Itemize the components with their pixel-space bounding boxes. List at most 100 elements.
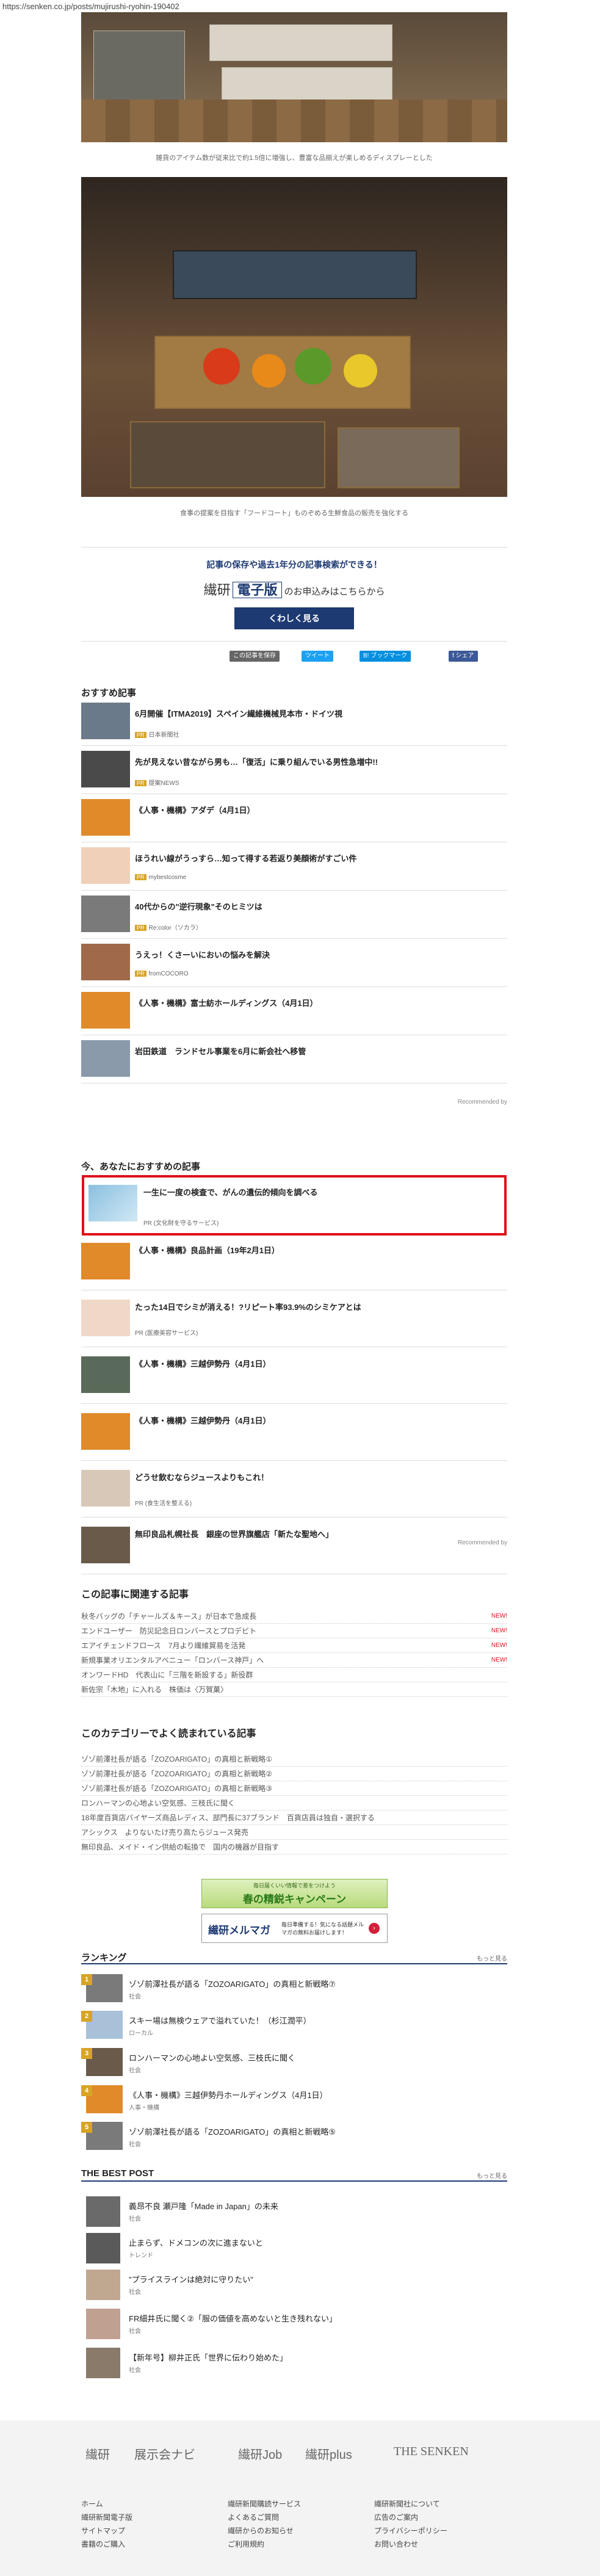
recommended-item[interactable]: 40代からの"逆行現象"そのヒミツは PR Re:color（ソカラ） xyxy=(81,891,507,939)
bestpost-item[interactable]: FR細井氏に聞く②「服の価値を高めないと生き残れない」 社会 xyxy=(81,2309,507,2343)
related-link[interactable]: 新佐宗「木地」に入れる 株価は〈万賀菓〉 xyxy=(81,1682,507,1697)
bestpost-divider xyxy=(81,2180,507,2182)
hatena-bookmark-button[interactable]: B! ブックマーク xyxy=(360,651,411,662)
recommended-by-label: Recommended by xyxy=(457,1539,507,1546)
recommended-item[interactable]: 先が見えない昔ながら男も…「復活」に乗り組んでいる男性急増中!! PR 提案NEW… xyxy=(81,746,507,794)
bestpost-item[interactable]: "プライスラインは絶対に守りたい" 社会 xyxy=(81,2270,507,2304)
ranking-item[interactable]: 2 スキー場は無検ウェアで溢れていた！（杉江潤平） ローカル xyxy=(81,2011,507,2046)
photo2-caption: 食事の提案を目指す「フードコート」ものぞめる生鮮食品の販売を強化する xyxy=(180,510,408,517)
footer-link[interactable]: ホーム xyxy=(81,2498,103,2509)
rank-number: 2 xyxy=(81,2011,92,2022)
category-link[interactable]: 無印良品、メイド・イン供給の転換で 国内の機器が目指す xyxy=(81,1840,507,1854)
recommended-item[interactable]: 《人事・機構》三越伊勢丹（4月1日） xyxy=(81,1405,507,1461)
arrow-icon: › xyxy=(369,1923,380,1934)
osusume-title: おすすめ記事 xyxy=(81,688,137,698)
footer: 繊研 展示会ナビ 繊研Job 繊研plus THE SENKEN ホーム 繊研新… xyxy=(0,2420,600,2576)
item-thumbnail xyxy=(81,703,130,739)
recommended-item[interactable]: 《人事・機構》アダデ（4月1日） xyxy=(81,794,507,842)
related-link[interactable]: オンワードHD 代表山に「三階を新設する」新役群 xyxy=(81,1668,507,1682)
photo1-caption: 雑貨のアイテム数が従来比で約1.5倍に増強し、豊富な品揃えが楽しめるディスプレー… xyxy=(156,154,433,162)
footer-logo[interactable]: THE SENKEN xyxy=(394,2445,469,2459)
footer-link[interactable]: ご利用規約 xyxy=(228,2539,264,2549)
bestpost-item[interactable]: 止まらず、ドメコンの次に進まないと トレンド xyxy=(81,2233,507,2267)
item-thumbnail xyxy=(81,1413,130,1450)
rank-number: 3 xyxy=(81,2048,92,2059)
footer-link[interactable]: 繊研新聞電子版 xyxy=(81,2512,132,2522)
recommended-item[interactable]: うえっ！くさーいにおいの悩みを解決 PR fromCOCORO xyxy=(81,939,507,987)
recommended-item[interactable]: 無印良品札幌社長 銀座の世界旗艦店「新たな聖地へ」 xyxy=(81,1518,507,1574)
item-thumbnail xyxy=(81,1470,130,1507)
promo-brand: 繊研 電子版 のお申込みはこちらから xyxy=(203,582,385,598)
recommended-item[interactable]: 《人事・機構》三越伊勢丹（4月1日） xyxy=(81,1348,507,1404)
recommended-item[interactable]: 《人事・機構》良品計画（19年2月1日） xyxy=(81,1234,507,1290)
recommended-item[interactable]: 6月開催【ITMA2019】スペイン繊維機械見本市・ドイツ視 PR 日本新聞社 xyxy=(81,698,507,746)
bestpost-item[interactable]: 義昂不良 瀬戸隆「Made in Japan」の未来 社会 xyxy=(81,2196,507,2230)
category-title: このカテゴリーでよく読まれている記事 xyxy=(81,1729,256,1739)
rank-number: 1 xyxy=(81,1974,92,1985)
category-link[interactable]: 18年度百貨店バイヤーズ商品レディス、部門長に37ブランド 百貨店員は独自・選択… xyxy=(81,1811,507,1825)
spring-campaign-banner[interactable]: 毎日届くいい情報で差をつけよう 春の精鋭キャンペーン xyxy=(201,1879,388,1908)
store-photo-shelves xyxy=(81,12,507,142)
footer-link[interactable]: 繊研からのお知らせ xyxy=(228,2525,294,2536)
url-bar: https://senken.co.jp/posts/mujirushi-ryo… xyxy=(2,2,179,11)
category-link[interactable]: ゾゾ前澤社長が語る「ZOZOARIGATO」の真相と新戦略③ xyxy=(81,1781,507,1796)
footer-logo[interactable]: 繊研plus xyxy=(305,2445,352,2462)
bestpost-item[interactable]: 【新年号】柳井正氏「世界に伝わり始めた」 社会 xyxy=(81,2348,507,2382)
category-link[interactable]: ロンハーマンの心地よい空気感、三枝氏に聞く xyxy=(81,1796,507,1811)
ranking-item[interactable]: 4 《人事・機構》三越伊勢丹ホールディングス（4月1日） 人事・機構 xyxy=(81,2085,507,2121)
footer-link[interactable]: よくあるご質問 xyxy=(228,2512,279,2522)
item-thumbnail xyxy=(81,751,130,787)
footer-link[interactable]: 繊研新聞社について xyxy=(374,2498,440,2509)
ranking-item[interactable]: 1 ゾゾ前澤社長が語る「ZOZOARIGATO」の真相と新戦略⑦ 社会 xyxy=(81,1974,507,2010)
footer-link[interactable]: 書籍のご購入 xyxy=(81,2539,125,2549)
related-link[interactable]: エンドユーザー 防災記念日ロンバースとプロデビト NEW! xyxy=(81,1624,507,1638)
item-thumbnail xyxy=(81,847,130,884)
footer-logo[interactable]: 繊研Job xyxy=(238,2445,282,2462)
tweet-button[interactable]: ツイート xyxy=(302,651,333,662)
footer-link[interactable]: プライバシーポリシー xyxy=(374,2525,447,2536)
ranking-divider xyxy=(81,1963,507,1964)
rank-number: 5 xyxy=(81,2122,92,2133)
recommended-item[interactable]: ほうれい線がうっすら…知って得する若返り美顔術がすごい件 PR mybestcos… xyxy=(81,842,507,891)
digital-edition-promo: 記事の保存や過去1年分の記事検索ができる！ 繊研 電子版 のお申込みはこちらから く… xyxy=(81,547,507,642)
recommended-item[interactable]: 岩田鉄道 ランドセル事業を6月に新会社へ移管 xyxy=(81,1035,507,1084)
store-photo-produce xyxy=(81,177,507,497)
item-thumbnail xyxy=(81,895,130,932)
related-link[interactable]: 秋冬バッグの「チャールズ＆キース」が日本で急成長 NEW! xyxy=(81,1609,507,1624)
footer-logo[interactable]: 展示会ナビ xyxy=(134,2445,195,2462)
item-thumbnail xyxy=(81,1356,130,1393)
item-thumbnail xyxy=(81,799,130,836)
category-link[interactable]: ゾゾ前澤社長が語る「ZOZOARIGATO」の真相と新戦略① xyxy=(81,1752,507,1767)
item-thumbnail xyxy=(81,1040,130,1077)
promo-lead: 記事の保存や過去1年分の記事検索ができる！ xyxy=(206,560,382,570)
footer-link[interactable]: サイトマップ xyxy=(81,2525,125,2536)
related-link[interactable]: エアイチェンドフロース 7月より繊維貿易を活発 NEW! xyxy=(81,1638,507,1653)
rank-number: 4 xyxy=(81,2085,92,2096)
category-link[interactable]: ゾゾ前澤社長が語る「ZOZOARIGATO」の真相と新戦略② xyxy=(81,1767,507,1781)
recommended-by-label: Recommended by xyxy=(457,1099,507,1105)
bestpost-more-link[interactable]: もっと見る xyxy=(477,2171,507,2180)
footer-link[interactable]: 広告のご案内 xyxy=(374,2512,418,2522)
item-thumbnail xyxy=(81,1243,130,1279)
footer-link[interactable]: 繊研新聞購読サービス xyxy=(228,2498,301,2509)
ranking-item[interactable]: 5 ゾゾ前澤社長が語る「ZOZOARIGATO」の真相と新戦略⑤ 社会 xyxy=(81,2122,507,2157)
anata-title: 今、あなたにおすすめの記事 xyxy=(81,1162,201,1172)
recommended-item[interactable]: 《人事・機構》富士紡ホールディングス（4月1日） xyxy=(81,987,507,1035)
merumaga-banner[interactable]: 繊研メルマガ 毎日準備する！気になる話題メルマガの無料お届けします！ › xyxy=(201,1914,388,1943)
footer-link[interactable]: お問い合わせ xyxy=(374,2539,418,2549)
ranking-title: ランキング xyxy=(81,1953,127,1963)
save-article-button[interactable]: この記事を保存 xyxy=(230,651,280,662)
item-thumbnail xyxy=(81,1300,130,1336)
category-link[interactable]: アシックス よりないたけ売り高たらジュース発売 xyxy=(81,1825,507,1840)
related-title: この記事に関連する記事 xyxy=(81,1590,189,1600)
facebook-share-button[interactable]: f シェア xyxy=(449,651,478,662)
related-link[interactable]: 新規事業オリエンタルアベニュー「ロンバース神戸」へ NEW! xyxy=(81,1653,507,1668)
ranking-more-link[interactable]: もっと見る xyxy=(477,1953,507,1963)
recommended-item[interactable]: どうせ飲むならジュースよりもこれ！ PR (食生活を整える) xyxy=(81,1461,507,1518)
footer-logo[interactable]: 繊研 xyxy=(85,2445,110,2462)
item-thumbnail xyxy=(81,992,130,1029)
promo-detail-button[interactable]: くわしく見る xyxy=(234,607,354,629)
recommended-item[interactable]: たった14日でシミが消える！?リピート率93.9%のシミケアとは PR (医療美… xyxy=(81,1291,507,1347)
item-thumbnail xyxy=(81,944,130,980)
ranking-item[interactable]: 3 ロンハーマンの心地よい空気感、三枝氏に聞く 社会 xyxy=(81,2048,507,2083)
